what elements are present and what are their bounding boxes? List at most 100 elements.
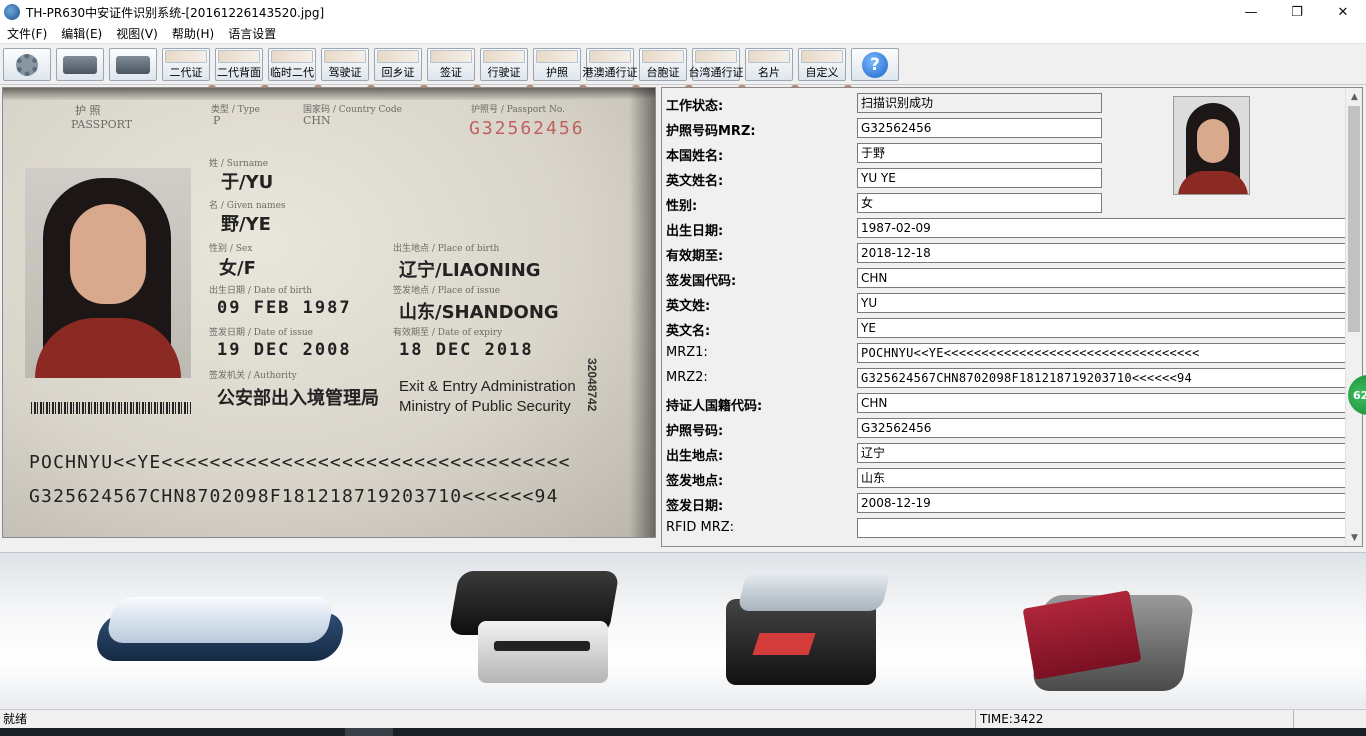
field-value[interactable]: 扫描识别成功 <box>857 93 1102 113</box>
recognition-results-pane: 工作状态: 扫描识别成功 护照号码MRZ: G32562456 本国姓名: 于野 英文姓名:… <box>661 87 1363 547</box>
pp-surname-value: 于/YU <box>221 172 274 193</box>
doc-type-button-5[interactable]: 签证 <box>427 48 481 95</box>
scanner-button[interactable] <box>109 48 157 81</box>
menu-file[interactable]: 文件(F) <box>0 25 54 42</box>
pp-poi-label: 签发地点 / Place of issue <box>393 286 501 296</box>
taskbar-active-app[interactable] <box>345 728 393 736</box>
extracted-photo <box>1173 96 1250 195</box>
pp-number-value: G32562456 <box>469 118 585 139</box>
field-row: 护照号码: G32562456 <box>662 416 1347 441</box>
field-label: 签发日期: <box>666 499 724 514</box>
minimize-button[interactable]: — <box>1228 0 1274 24</box>
doc-type-button-2[interactable]: 临时二代 <box>268 48 322 95</box>
help-button[interactable]: ? <box>851 48 899 81</box>
doc-type-button-6[interactable]: 行驶证 <box>480 48 534 95</box>
field-value[interactable]: YE <box>857 318 1347 338</box>
menu-view[interactable]: 视图(V) <box>109 25 165 42</box>
doc-type-button-12[interactable]: 自定义 <box>798 48 852 95</box>
menu-language[interactable]: 语言设置 <box>221 25 283 42</box>
field-value[interactable]: YU YE <box>857 168 1102 188</box>
id-card-front-icon <box>165 50 216 95</box>
field-label: 签发地点: <box>666 474 724 489</box>
field-row: RFID MRZ: <box>662 516 1347 541</box>
doc-type-button-11[interactable]: 名片 <box>745 48 799 95</box>
doc-type-button-3[interactable]: 驾驶证 <box>321 48 375 95</box>
field-value[interactable]: 山东 <box>857 468 1347 488</box>
doc-type-button-1[interactable]: 二代背面 <box>215 48 269 95</box>
pp-dob-label: 出生日期 / Date of birth <box>209 286 313 296</box>
field-value[interactable]: 2018-12-18 <box>857 243 1347 263</box>
document-scanner-image <box>726 571 891 691</box>
field-value[interactable]: CHN <box>857 393 1347 413</box>
field-label: MRZ2: <box>666 370 708 385</box>
field-value[interactable]: CHN <box>857 268 1347 288</box>
field-value[interactable]: G32562456 <box>857 118 1102 138</box>
pp-mrz-line-2: G325624567CHN8702098F181218719203710<<<<… <box>29 486 559 507</box>
field-value[interactable]: YU <box>857 293 1347 313</box>
field-value[interactable]: G325624567CHN8702098F181218719203710<<<<… <box>857 368 1347 388</box>
doc-type-label: 驾驶证 <box>328 66 362 79</box>
passport-page: 护 照 PASSPORT 类型 / Type P 国家码 / Country C… <box>3 88 655 537</box>
doc-type-button-7[interactable]: 护照 <box>533 48 587 95</box>
field-label: 出生地点: <box>666 449 724 464</box>
field-label: 性别: <box>666 199 698 214</box>
status-bar: 就绪 TIME:3422 <box>0 709 1366 729</box>
card-scanner-image <box>448 571 620 689</box>
doc-type-label: 签证 <box>440 66 462 79</box>
home-return-permit-icon <box>377 50 428 95</box>
field-row: 签发地点: 山东 <box>662 466 1347 491</box>
field-value[interactable]: 1987-02-09 <box>857 218 1347 238</box>
doc-type-label: 回乡证 <box>381 66 415 79</box>
field-label: 本国姓名: <box>666 149 724 164</box>
doc-type-button-8[interactable]: 港澳通行证 <box>583 48 640 95</box>
field-value[interactable] <box>857 518 1347 538</box>
field-value[interactable]: 辽宁 <box>857 443 1347 463</box>
field-row: MRZ2: G325624567CHN8702098F18121871920371… <box>662 366 1347 391</box>
maximize-button[interactable]: ❐ <box>1274 0 1320 24</box>
doc-type-button-4[interactable]: 回乡证 <box>374 48 428 95</box>
field-row: MRZ1: POCHNYU<<YE<<<<<<<<<<<<<<<<<<<<<<<<… <box>662 341 1347 366</box>
menu-help[interactable]: 帮助(H) <box>165 25 221 42</box>
image-shadow-right <box>629 88 655 537</box>
doc-type-button-9[interactable]: 台胞证 <box>639 48 693 95</box>
field-label: RFID MRZ: <box>666 520 735 535</box>
field-value[interactable]: G32562456 <box>857 418 1347 438</box>
doc-type-label: 护照 <box>546 66 568 79</box>
custom-icon <box>801 50 852 95</box>
menu-edit[interactable]: 编辑(E) <box>54 25 109 42</box>
field-label: 出生日期: <box>666 224 724 239</box>
pp-doi-value: 19 DEC 2008 <box>217 340 352 360</box>
scanner-lid <box>105 597 335 643</box>
doc-type-button-0[interactable]: 二代证 <box>162 48 216 95</box>
card-reader-icon <box>63 55 97 74</box>
fields-scrollbar[interactable]: ▲ ▼ <box>1345 88 1362 546</box>
doc-type-label: 港澳通行证 <box>582 66 638 79</box>
field-label: 英文名: <box>666 324 711 339</box>
pp-given-value: 野/YE <box>221 214 271 235</box>
field-value[interactable]: POCHNYU<<YE<<<<<<<<<<<<<<<<<<<<<<<<<<<<<… <box>857 343 1347 363</box>
field-row: 有效期至: 2018-12-18 <box>662 241 1347 266</box>
scroll-up-icon[interactable]: ▲ <box>1346 88 1362 105</box>
pp-title-cn: 护 照 <box>75 104 101 117</box>
taskbar <box>0 728 1366 736</box>
field-value[interactable]: 2008-12-19 <box>857 493 1347 513</box>
image-shadow-top <box>3 88 655 100</box>
field-label: 英文姓名: <box>666 174 724 189</box>
pp-authority-cn: 公安部出入境管理局 <box>217 388 379 409</box>
business-card-icon <box>748 50 799 95</box>
status-time: TIME:3422 <box>976 709 1294 729</box>
doc-type-button-10[interactable]: 台湾通行证 <box>689 48 746 95</box>
close-button[interactable]: ✕ <box>1320 0 1366 24</box>
scroll-down-icon[interactable]: ▼ <box>1346 529 1362 546</box>
field-label: 签发国代码: <box>666 274 737 289</box>
pp-authority-en-2: Ministry of Public Security <box>399 398 571 415</box>
scrollbar-thumb[interactable] <box>1348 106 1360 332</box>
vehicle-license-icon <box>483 50 534 95</box>
field-value[interactable]: 于野 <box>857 143 1102 163</box>
field-value[interactable]: 女 <box>857 193 1102 213</box>
settings-button[interactable] <box>3 48 51 81</box>
pp-side-number: 32048742 <box>585 358 599 412</box>
passport-image-pane: 护 照 PASSPORT 类型 / Type P 国家码 / Country C… <box>2 87 656 538</box>
id-reader-button[interactable] <box>56 48 104 81</box>
hk-macau-pass-icon <box>589 50 640 95</box>
